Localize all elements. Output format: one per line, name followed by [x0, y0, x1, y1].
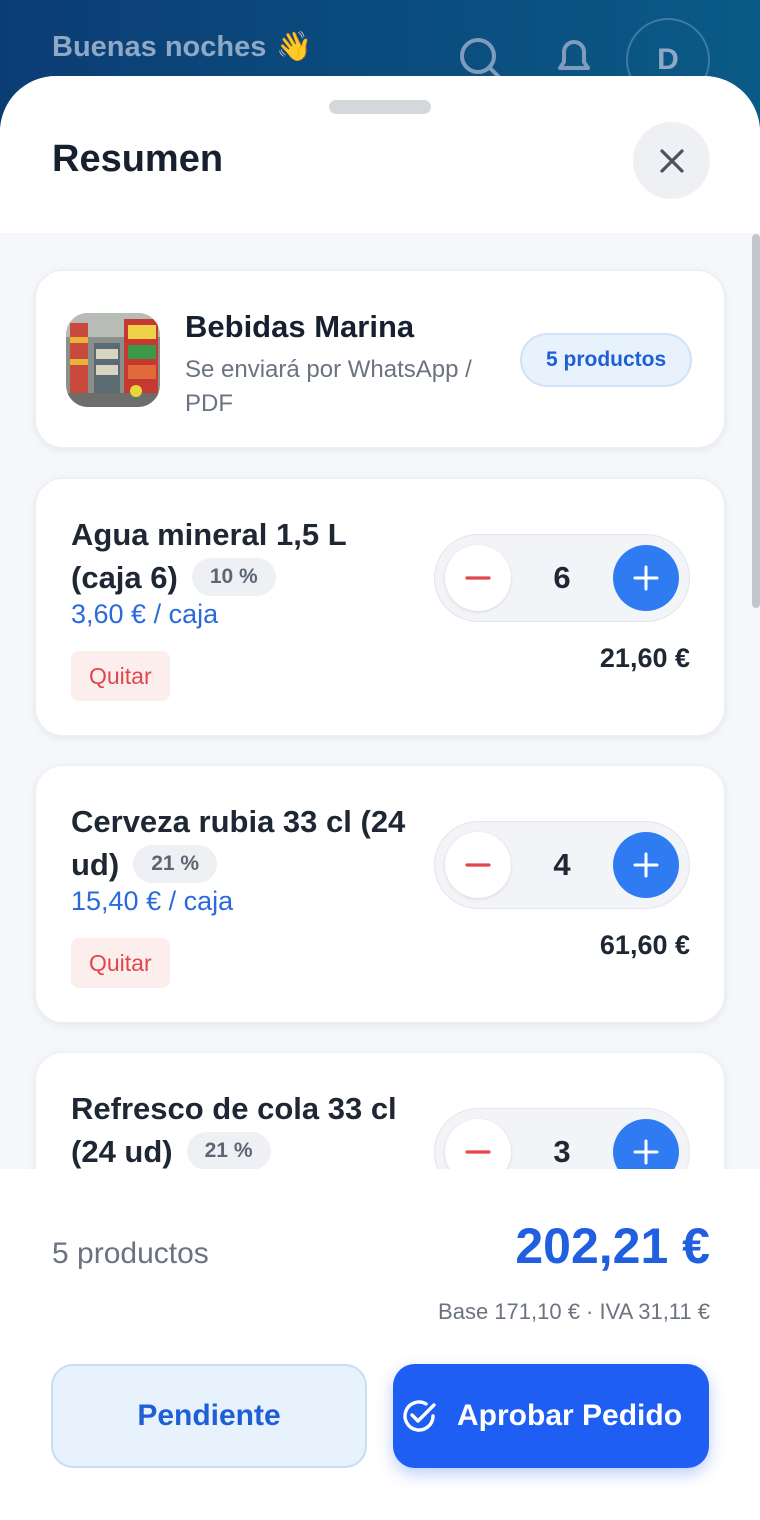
product-count-badge: 5 productos — [520, 333, 693, 387]
wave-emoji: 👋 — [276, 31, 313, 63]
quantity-stepper: 4 — [434, 821, 690, 909]
tax-breakdown: Base 171,10 € · IVA 31,11 € — [438, 1299, 710, 1324]
vat-badge: 10 % — [191, 557, 276, 596]
greeting: Buenas noches 👋 — [52, 30, 312, 64]
product-unit-price: 15,40 € / caja — [71, 886, 234, 916]
product-name: Agua mineral 1,5 L (caja 6) 10 % — [71, 513, 411, 599]
remove-button[interactable]: Quitar — [71, 651, 170, 701]
minus-icon — [465, 1150, 491, 1154]
search-icon[interactable] — [456, 34, 504, 82]
plus-icon — [633, 852, 659, 878]
summary-sheet: Resumen Bebidas Marina Se enviará por Wh… — [0, 76, 760, 1520]
minus-icon — [465, 863, 491, 867]
pending-label: Pendiente — [137, 1399, 281, 1432]
close-button[interactable] — [633, 122, 710, 199]
product-line-total: 21,60 € — [599, 643, 690, 673]
quantity-value[interactable]: 6 — [521, 535, 603, 621]
check-circle-icon — [403, 1400, 436, 1432]
supplier-image — [66, 313, 160, 407]
decrease-button[interactable] — [445, 545, 511, 611]
pending-button[interactable]: Pendiente — [51, 1364, 367, 1468]
decrease-button[interactable] — [445, 832, 511, 898]
product-name-text: Cerveza rubia 33 cl (24 ud) — [71, 804, 406, 882]
approve-order-button[interactable]: Aprobar Pedido — [393, 1364, 709, 1468]
remove-button[interactable]: Quitar — [71, 938, 170, 988]
product-card: Agua mineral 1,5 L (caja 6) 10 % 3,60 € /… — [35, 478, 725, 736]
increase-button[interactable] — [613, 832, 679, 898]
vat-badge: 21 % — [133, 844, 218, 883]
scrollbar[interactable] — [752, 234, 760, 608]
quantity-stepper: 6 — [434, 534, 690, 622]
product-line-total: 61,60 € — [599, 930, 690, 960]
order-total: 202,21 € — [515, 1218, 710, 1274]
minus-icon — [465, 576, 491, 580]
vat-badge: 21 % — [186, 1131, 271, 1170]
product-unit-price: 3,60 € / caja — [71, 599, 219, 629]
supplier-delivery-note: Se enviará por WhatsApp / PDF — [185, 356, 472, 417]
product-card: Cerveza rubia 33 cl (24 ud) 21 % 15,40 € … — [35, 765, 725, 1023]
sheet-header: Resumen — [0, 76, 760, 233]
sheet-title: Resumen — [52, 138, 224, 180]
footer-product-count: 5 productos — [52, 1237, 209, 1270]
product-name: Refresco de cola 33 cl (24 ud) 21 % — [71, 1087, 411, 1173]
supplier-card: Bebidas Marina Se enviará por WhatsApp /… — [35, 270, 725, 448]
avatar-initial: D — [657, 43, 679, 76]
quantity-value[interactable]: 4 — [521, 822, 603, 908]
product-name: Cerveza rubia 33 cl (24 ud) 21 % — [71, 800, 411, 886]
plus-icon — [633, 1139, 659, 1165]
plus-icon — [633, 565, 659, 591]
order-footer: 5 productos 202,21 € Base 171,10 € · IVA… — [0, 1169, 760, 1520]
drag-handle[interactable] — [329, 100, 431, 114]
approve-label: Aprobar Pedido — [457, 1399, 683, 1432]
increase-button[interactable] — [613, 545, 679, 611]
bell-icon[interactable] — [550, 34, 598, 82]
close-icon — [659, 148, 684, 173]
greeting-text: Buenas noches — [52, 31, 267, 63]
supplier-name: Bebidas Marina — [185, 309, 415, 344]
